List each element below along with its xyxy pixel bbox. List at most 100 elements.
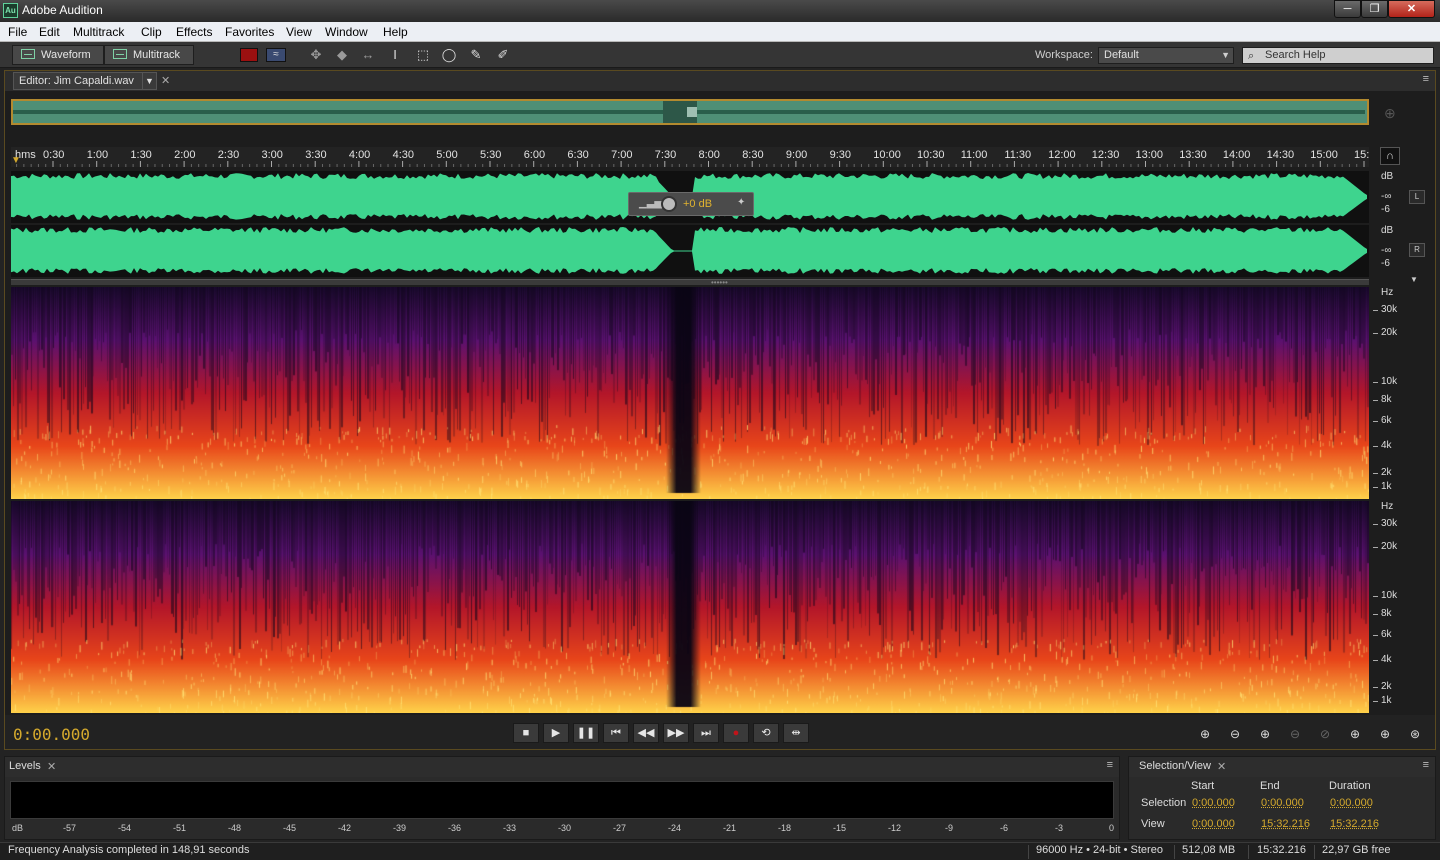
- levels-tab[interactable]: Levels: [9, 760, 41, 772]
- close-window-button[interactable]: ✕: [1388, 0, 1435, 18]
- db-label: dB: [1381, 171, 1394, 182]
- time-ruler[interactable]: hms 0:30 1:00 1:30 2:00 2:30 3:00 3:30 4:00 4:30…: [11, 147, 1369, 167]
- waveform-view-label: Waveform: [41, 49, 91, 61]
- record-button[interactable]: ●: [723, 723, 749, 743]
- pitch-display-toggle[interactable]: ≈: [266, 48, 286, 62]
- time-selection-tool-icon[interactable]: I: [385, 46, 405, 64]
- splitter-grip-icon[interactable]: ••••••: [711, 279, 728, 287]
- close-icon[interactable]: ✕: [1217, 760, 1226, 773]
- waveform-spectral-splitter[interactable]: ••••••: [11, 279, 1369, 287]
- panel-menu-icon[interactable]: ≡: [1423, 759, 1429, 771]
- workspace-select[interactable]: Default ▼: [1098, 47, 1234, 64]
- maximize-button[interactable]: ❐: [1361, 0, 1388, 18]
- ruler-tick-label: 14:30: [1266, 149, 1295, 161]
- zoom-out-amplitude-icon[interactable]: ⊖: [1223, 725, 1247, 743]
- db-label: -6: [1381, 204, 1390, 215]
- skip-selection-button[interactable]: ⇹: [783, 723, 809, 743]
- razor-tool-icon[interactable]: ◆: [332, 46, 352, 64]
- view-duration-value[interactable]: 15:32.216: [1330, 818, 1379, 830]
- selection-start-value[interactable]: 0:00.000: [1192, 797, 1235, 809]
- column-header-duration: Duration: [1329, 780, 1371, 792]
- ruler-tick-label: 13:00: [1135, 149, 1164, 161]
- play-button[interactable]: ▶: [543, 723, 569, 743]
- hz-label: 10k: [1381, 590, 1398, 601]
- file-size: 512,08 MB: [1182, 844, 1236, 856]
- menu-file[interactable]: File: [8, 25, 27, 39]
- search-help-input[interactable]: ⌕ Search Help: [1242, 47, 1434, 64]
- multitrack-icon: [113, 49, 127, 59]
- panel-menu-icon[interactable]: ≡: [1107, 759, 1113, 771]
- zoom-out-time-icon[interactable]: ⊖: [1283, 725, 1307, 743]
- stop-button[interactable]: ■: [513, 723, 539, 743]
- waveform-channel-right[interactable]: [11, 225, 1369, 277]
- overview-waveform: [13, 101, 1367, 123]
- channel-right-toggle[interactable]: R: [1409, 243, 1425, 257]
- view-end-value[interactable]: 15:32.216: [1261, 818, 1310, 830]
- editor-tab[interactable]: Editor: Jim Capaldi.wav ▼: [13, 72, 157, 90]
- menu-edit[interactable]: Edit: [39, 25, 60, 39]
- ruler-tick-label: 13:30: [1179, 149, 1207, 161]
- selection-duration-value[interactable]: 0:00.000: [1330, 797, 1373, 809]
- lasso-selection-tool-icon[interactable]: ◯: [439, 46, 459, 64]
- spectral-display-toggle[interactable]: [240, 48, 258, 62]
- view-start-value[interactable]: 0:00.000: [1192, 818, 1235, 830]
- channel-left-toggle[interactable]: L: [1409, 190, 1425, 204]
- close-icon[interactable]: ✕: [161, 74, 170, 87]
- go-to-start-button[interactable]: ⏮: [603, 723, 629, 743]
- ruler-tick-label: 1:00: [86, 149, 109, 161]
- db-label: dB: [1381, 225, 1394, 236]
- panel-menu-icon[interactable]: ≡: [1423, 73, 1429, 85]
- fast-forward-button[interactable]: ▶▶: [663, 723, 689, 743]
- close-icon[interactable]: ✕: [47, 760, 56, 773]
- menu-favorites[interactable]: Favorites: [225, 25, 274, 39]
- gain-value[interactable]: +0 dB: [683, 198, 712, 210]
- zoom-out-full-icon[interactable]: ⊘: [1313, 725, 1337, 743]
- file-duration: 15:32.216: [1257, 844, 1306, 856]
- overview-navigator[interactable]: [11, 99, 1369, 125]
- zoom-in-at-start-icon[interactable]: ⊕: [1343, 725, 1367, 743]
- menu-help[interactable]: Help: [383, 25, 408, 39]
- spot-healing-brush-icon[interactable]: ✐: [493, 46, 513, 64]
- hud-gain-control[interactable]: ▁▃▅ +0 dB ✦: [628, 192, 754, 216]
- loop-playback-button[interactable]: ⟲: [753, 723, 779, 743]
- chevron-down-icon[interactable]: ▼: [142, 73, 156, 89]
- zoom-in-time-icon[interactable]: ⊕: [1253, 725, 1277, 743]
- pause-button[interactable]: ❚❚: [573, 723, 599, 743]
- audio-format: 96000 Hz • 24-bit • Stereo: [1036, 844, 1163, 856]
- minimize-button[interactable]: ─: [1334, 0, 1361, 18]
- slip-tool-icon[interactable]: ↔: [358, 46, 378, 64]
- gain-knob[interactable]: [661, 196, 677, 212]
- title-bar: Au Adobe Audition ─ ❐ ✕: [0, 0, 1440, 22]
- brush-selection-tool-icon[interactable]: ✎: [466, 46, 486, 64]
- menu-clip[interactable]: Clip: [141, 25, 162, 39]
- rewind-button[interactable]: ◀◀: [633, 723, 659, 743]
- marquee-selection-tool-icon[interactable]: ⬚: [413, 46, 433, 64]
- multitrack-view-button[interactable]: Multitrack: [104, 45, 194, 65]
- waveform-view-button[interactable]: Waveform: [12, 45, 104, 65]
- menu-multitrack[interactable]: Multitrack: [73, 25, 124, 39]
- menu-view[interactable]: View: [286, 25, 312, 39]
- menu-window[interactable]: Window: [325, 25, 368, 39]
- zoom-in-at-end-icon[interactable]: ⊕: [1373, 725, 1397, 743]
- headphones-icon[interactable]: ∩: [1380, 147, 1400, 165]
- column-header-start: Start: [1191, 780, 1215, 792]
- workspace-label: Workspace:: [1035, 49, 1093, 61]
- go-to-end-button[interactable]: ⏭: [693, 723, 719, 743]
- frequency-scale-right: Hz 30k 20k 10k 8k 6k 4k 2k 1k: [1373, 501, 1423, 713]
- current-time-display[interactable]: 0:00.000: [13, 725, 90, 744]
- move-tool-icon[interactable]: ✥: [306, 46, 326, 64]
- selection-end-value[interactable]: 0:00.000: [1261, 797, 1304, 809]
- hz-label: 6k: [1381, 415, 1392, 426]
- app-logo-icon: Au: [3, 3, 18, 18]
- ruler-tick-label: 9:00: [785, 149, 808, 161]
- spectral-display-right[interactable]: [11, 501, 1369, 713]
- spectral-display-left[interactable]: [11, 287, 1369, 499]
- chevron-down-icon[interactable]: ▼: [1410, 275, 1418, 284]
- ruler-tick-label: 5:30: [480, 149, 502, 161]
- playhead-marker-icon[interactable]: ▼: [11, 155, 21, 166]
- menu-effects[interactable]: Effects: [176, 25, 212, 39]
- pin-icon[interactable]: ✦: [737, 197, 745, 208]
- zoom-in-amplitude-icon[interactable]: ⊕: [1193, 725, 1217, 743]
- selection-view-tab[interactable]: Selection/View: [1139, 760, 1211, 772]
- zoom-to-selection-icon[interactable]: ⊛: [1403, 725, 1427, 743]
